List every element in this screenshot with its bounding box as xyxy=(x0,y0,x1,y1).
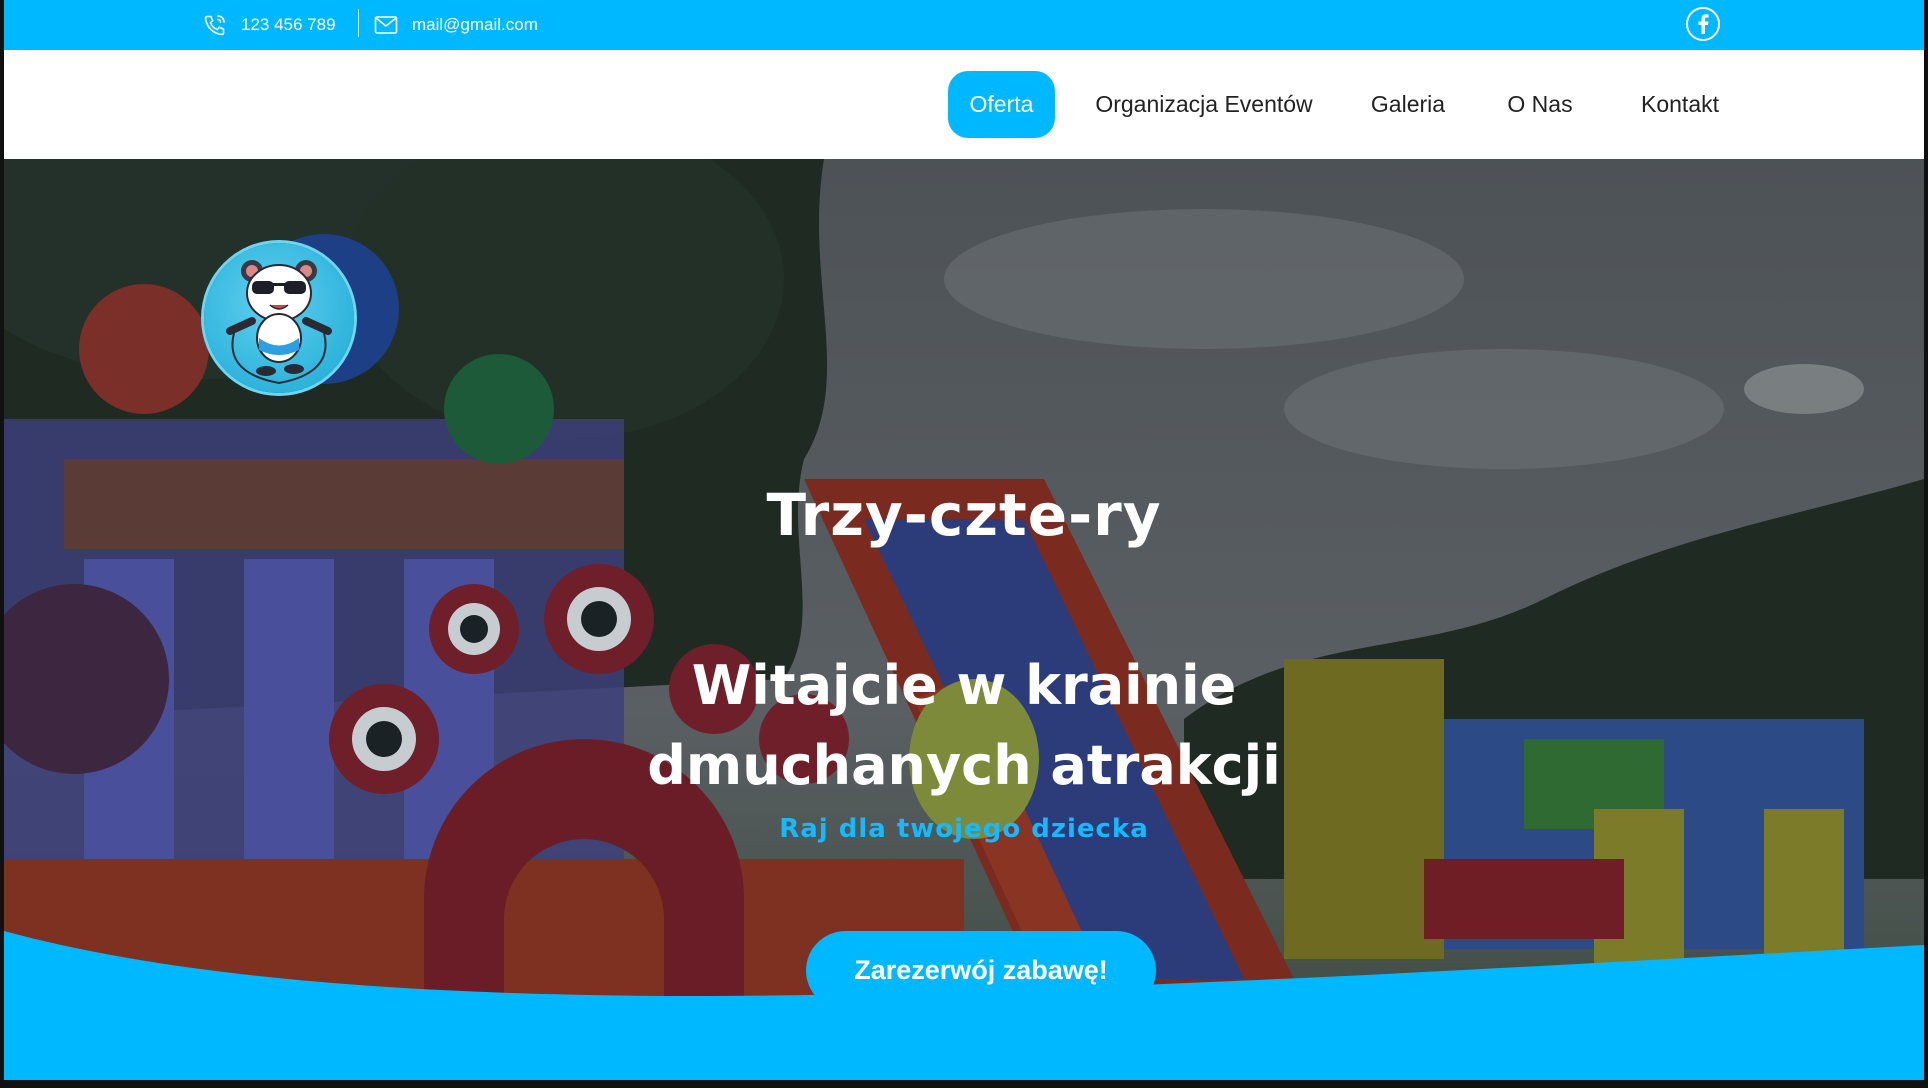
nav-o-nas[interactable]: O Nas xyxy=(1496,71,1584,138)
nav-organizacja-eventow[interactable]: Organizacja Eventów xyxy=(1090,71,1318,138)
facebook-link[interactable] xyxy=(1686,7,1720,41)
nav-galeria[interactable]: Galeria xyxy=(1360,71,1456,138)
main-navbar: Oferta Organizacja Eventów Galeria O Nas… xyxy=(4,50,1924,159)
nav-oferta[interactable]: Oferta xyxy=(948,71,1055,138)
page-frame: 123 456 789 mail@gmail.com Oferta Organi… xyxy=(4,0,1924,1080)
top-bar: 123 456 789 mail@gmail.com xyxy=(4,0,1924,50)
phone-contact[interactable]: 123 456 789 xyxy=(203,0,336,50)
hero-section: Trzy-czte-ry Witajcie w krainie dmuchany… xyxy=(4,159,1924,1080)
phone-icon xyxy=(204,15,225,36)
email-contact[interactable]: mail@gmail.com xyxy=(374,0,538,50)
topbar-divider xyxy=(358,9,359,37)
nav-kontakt[interactable]: Kontakt xyxy=(1626,71,1734,138)
facebook-icon xyxy=(1698,14,1709,34)
email-address: mail@gmail.com xyxy=(412,15,538,34)
hero-wave-divider xyxy=(4,931,1924,1080)
mail-icon xyxy=(374,16,398,34)
phone-number: 123 456 789 xyxy=(241,15,336,34)
